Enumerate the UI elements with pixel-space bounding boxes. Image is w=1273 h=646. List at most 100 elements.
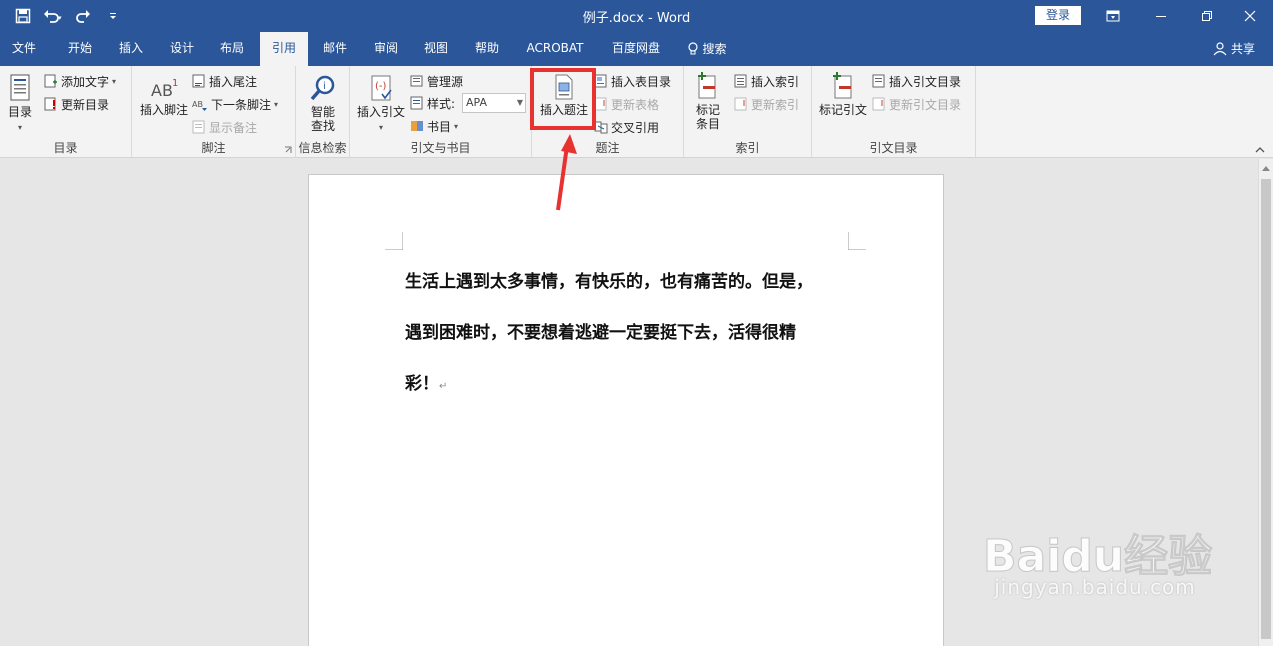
document-paragraph-line-2[interactable]: 遇到困难时，不要想着逃避一定要挺下去，活得很精	[405, 318, 796, 343]
svg-text:i: i	[323, 81, 326, 92]
manage-sources-button[interactable]: 管理源	[410, 71, 463, 91]
tab-help[interactable]: 帮助	[463, 32, 511, 66]
restore-button[interactable]	[1184, 0, 1230, 32]
tab-file[interactable]: 文件	[0, 32, 48, 66]
group-index-label: 索引	[735, 141, 760, 155]
insert-index-label: 插入索引	[751, 74, 800, 89]
tab-layout[interactable]: 布局	[208, 32, 256, 66]
manage-sources-label: 管理源	[427, 74, 464, 89]
insert-toa-icon	[872, 74, 885, 88]
tab-review[interactable]: 审阅	[362, 32, 410, 66]
document-paragraph-line-3-text: 彩！	[405, 374, 439, 394]
svg-text:AB: AB	[192, 100, 203, 109]
citation-icon: (-)	[371, 75, 392, 101]
document-page[interactable]: 生活上遇到太多事情，有快乐的，也有痛苦的。但是， 遇到困难时，不要想着逃避一定要…	[308, 174, 944, 646]
toc-button[interactable]: 目录 ▾	[4, 74, 36, 135]
ribbon-display-options-button[interactable]	[1090, 0, 1136, 32]
tab-insert[interactable]: 插入	[107, 32, 155, 66]
person-icon	[1213, 42, 1227, 56]
ribbon-options-icon	[1106, 10, 1120, 22]
restore-icon	[1202, 11, 1212, 21]
add-text-label: 添加文字	[61, 74, 110, 89]
document-paragraph-line-3[interactable]: 彩！↵	[405, 369, 447, 394]
insert-citation-button[interactable]: (-) 插入引文 ▾	[354, 74, 408, 135]
pointer-arrow-icon	[556, 134, 577, 211]
group-table-of-authorities: 标记引文 插入引文目录 更新引文目录 引文目录	[812, 66, 976, 158]
scroll-up-icon[interactable]	[1262, 165, 1270, 171]
insert-footnote-button[interactable]: AB 1 插入脚注	[136, 76, 192, 117]
close-icon	[1244, 10, 1256, 22]
watermark-brand: Baidu经验	[983, 531, 1212, 577]
insert-citation-label: 插入引文	[356, 105, 405, 119]
mark-citation-label: 标记引文	[818, 103, 867, 117]
bibliography-button[interactable]: 书目 ▾	[410, 116, 458, 136]
tab-home[interactable]: 开始	[56, 32, 104, 66]
update-toc-button[interactable]: 更新目录	[44, 94, 109, 114]
update-table-icon	[594, 97, 607, 111]
watermark-url: jingyan.baidu.com	[994, 575, 1196, 599]
endnote-icon	[192, 74, 205, 88]
next-footnote-button[interactable]: AB 下一条脚注 ▾	[192, 94, 278, 114]
citation-style-value: APA	[466, 96, 487, 109]
svg-text:AB: AB	[151, 81, 173, 100]
chevron-down-icon: ▼	[516, 98, 523, 107]
collapse-ribbon-icon[interactable]	[1255, 146, 1265, 154]
tab-acrobat[interactable]: ACROBAT	[520, 32, 590, 66]
insert-footnote-label: 插入脚注	[139, 103, 188, 117]
scrollbar-thumb[interactable]	[1261, 179, 1271, 639]
smart-lookup-label-2: 查找	[310, 119, 335, 133]
insert-tof-label: 插入表目录	[611, 74, 672, 89]
table-of-figures-icon	[594, 74, 607, 88]
next-footnote-icon: AB	[192, 100, 207, 111]
update-toa-button[interactable]: 更新引文目录	[872, 94, 961, 114]
insert-index-button[interactable]: 插入索引	[734, 71, 799, 91]
insert-toa-button[interactable]: 插入引文目录	[872, 71, 961, 91]
insert-index-icon	[734, 74, 747, 88]
tab-search[interactable]: 搜索	[682, 32, 732, 66]
login-button[interactable]: 登录	[1035, 6, 1081, 25]
minimize-icon	[1156, 16, 1166, 17]
group-footnotes: AB 1 插入脚注 插入尾注 AB 下一条脚注 ▾ 显示备注 脚注	[132, 66, 296, 158]
update-index-label: 更新索引	[751, 97, 800, 112]
tab-baidu-netdisk[interactable]: 百度网盘	[603, 32, 669, 66]
tab-view[interactable]: 视图	[412, 32, 460, 66]
update-index-icon	[734, 97, 747, 111]
insert-endnote-button[interactable]: 插入尾注	[192, 71, 257, 91]
share-button[interactable]: 共享	[1213, 32, 1255, 66]
baidu-watermark: Baidu经验 jingyan.baidu.com	[975, 505, 1215, 625]
mark-citation-button[interactable]: 标记引文	[816, 72, 870, 117]
group-footnotes-label: 脚注	[201, 141, 226, 155]
tab-mailings[interactable]: 邮件	[311, 32, 359, 66]
tab-references[interactable]: 引用	[260, 32, 308, 66]
cross-reference-button[interactable]: 交叉引用	[594, 117, 659, 137]
add-text-button[interactable]: 添加文字 ▾	[44, 71, 116, 91]
smart-lookup-button[interactable]: i 智能 查找	[300, 74, 346, 133]
tab-design[interactable]: 设计	[158, 32, 206, 66]
vertical-scrollbar[interactable]	[1258, 159, 1273, 646]
document-paragraph-line-1[interactable]: 生活上遇到太多事情，有快乐的，也有痛苦的。但是，	[405, 267, 813, 292]
minimize-button[interactable]	[1138, 0, 1184, 32]
magnifier-icon: i	[310, 75, 335, 101]
mark-entry-label-1: 标记	[695, 103, 720, 117]
share-label: 共享	[1230, 41, 1255, 56]
show-notes-button[interactable]: 显示备注	[192, 117, 257, 137]
cross-reference-icon	[594, 121, 608, 134]
insert-table-of-figures-button[interactable]: 插入表目录	[594, 71, 671, 91]
style-label: 样式:	[427, 96, 456, 111]
citation-style-dropdown[interactable]: APA ▼	[462, 93, 526, 113]
close-button[interactable]	[1227, 0, 1273, 32]
group-index: 标记 条目 插入索引 更新索引 索引	[684, 66, 812, 158]
insert-toa-label: 插入引文目录	[889, 74, 962, 89]
group-research: i 智能 查找 信息检索	[296, 66, 350, 158]
add-text-icon	[44, 74, 57, 88]
bibliography-icon	[411, 121, 423, 131]
update-toa-icon	[872, 97, 885, 111]
margin-corner-top-left	[385, 232, 403, 250]
bibliography-label: 书目	[427, 119, 452, 134]
dialog-launcher-icon[interactable]	[284, 146, 292, 154]
mark-entry-button[interactable]: 标记 条目	[688, 72, 728, 131]
toc-label: 目录	[7, 105, 32, 119]
update-table-button[interactable]: 更新表格	[594, 94, 659, 114]
update-index-button[interactable]: 更新索引	[734, 94, 799, 114]
paragraph-mark-icon: ↵	[439, 381, 448, 392]
